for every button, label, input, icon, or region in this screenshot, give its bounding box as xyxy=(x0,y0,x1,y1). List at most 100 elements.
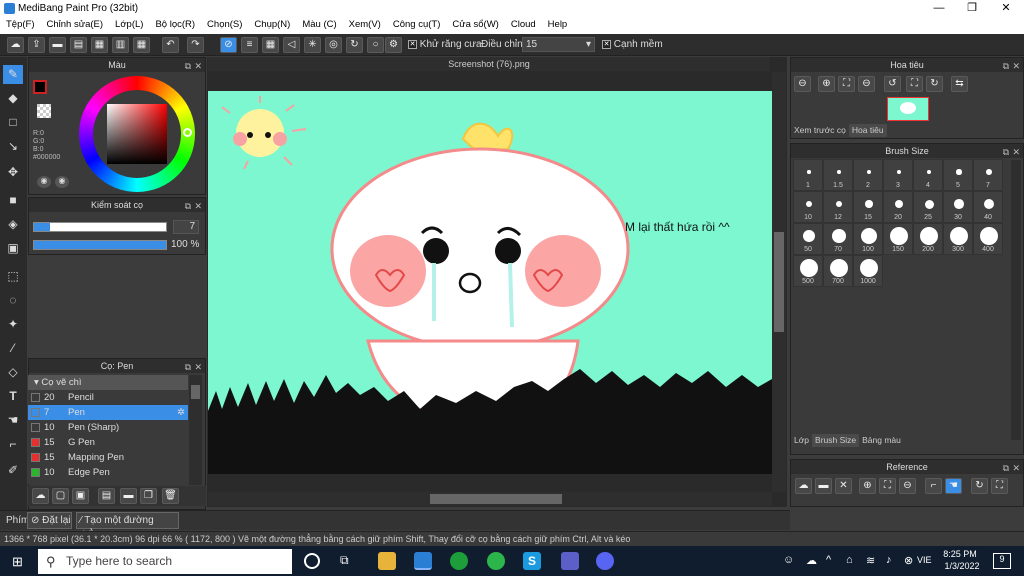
tray-volume-icon[interactable]: ♪ xyxy=(886,554,892,566)
close-icon[interactable]: ✕ xyxy=(1012,59,1020,73)
brush-item[interactable]: 10 Pen (Sharp) xyxy=(28,420,178,435)
open-folder-icon[interactable]: ▬ xyxy=(815,478,832,494)
copy-brush-icon[interactable]: ▤ xyxy=(98,488,115,504)
close-icon[interactable]: ✕ xyxy=(194,59,202,73)
trash-icon[interactable]: 🗑 xyxy=(162,488,179,504)
snap-radial-icon[interactable]: ✳ xyxy=(304,37,321,53)
zoom-out-icon[interactable]: ⊖ xyxy=(899,478,916,494)
gradient-tool-icon[interactable]: ▣ xyxy=(3,239,23,258)
brush-size-scrollbar[interactable] xyxy=(1011,160,1021,440)
rect-tool-icon[interactable]: □ xyxy=(3,113,23,132)
cloud-icon[interactable]: ☁ xyxy=(795,478,812,494)
brush-size-option[interactable]: 10 xyxy=(793,191,823,223)
background-color-swatch[interactable] xyxy=(37,104,51,118)
tray-wifi-icon[interactable]: ≋ xyxy=(866,554,875,567)
palette-icon[interactable]: ◉ xyxy=(37,176,51,188)
brush-size-option[interactable]: 200 xyxy=(913,223,943,255)
popout-icon[interactable]: ⧉ xyxy=(1003,59,1009,73)
horizontal-scrollbar[interactable] xyxy=(208,492,772,506)
fit-icon[interactable]: ⛶ xyxy=(879,478,896,494)
pen2-tool-icon[interactable]: ✐ xyxy=(3,461,23,480)
skype-icon[interactable]: S xyxy=(523,552,541,570)
bucket-tool-icon[interactable]: ◈ xyxy=(3,215,23,234)
brush-list-scrollbar[interactable] xyxy=(189,375,202,485)
select-eraser-icon[interactable]: ◇ xyxy=(3,363,23,382)
menu-tools[interactable]: Công cụ(T) xyxy=(387,17,447,30)
zoom-in-icon[interactable]: ⊕ xyxy=(859,478,876,494)
close-icon[interactable]: ✕ xyxy=(1012,145,1020,159)
move-tool-icon[interactable]: ✥ xyxy=(3,163,23,182)
brush-size-option[interactable]: 100 xyxy=(853,223,883,255)
hue-handle[interactable] xyxy=(183,128,192,137)
vertical-scrollbar[interactable] xyxy=(772,72,786,492)
folder-icon[interactable]: ▬ xyxy=(120,488,137,504)
undo-icon[interactable]: ↶ xyxy=(162,37,179,53)
smooth-checkbox[interactable]: ✕ xyxy=(602,39,611,49)
snap-off-icon[interactable]: ⊘ xyxy=(220,37,237,53)
brush-size-option[interactable]: 40 xyxy=(973,191,1003,223)
menu-edit[interactable]: Chỉnh sửa(E) xyxy=(41,17,110,30)
file-explorer-icon[interactable] xyxy=(378,552,396,570)
teams-icon[interactable] xyxy=(561,552,579,570)
hand-icon[interactable]: ☚ xyxy=(945,478,962,494)
windows-start-icon[interactable]: ⊞ xyxy=(12,555,25,568)
brush-size-option[interactable]: 15 xyxy=(853,191,883,223)
notification-icon[interactable]: 9 xyxy=(993,553,1011,569)
brush-size-option[interactable]: 50 xyxy=(793,223,823,255)
brush-item[interactable]: 10 Edge Pen xyxy=(28,465,178,480)
rotate-right-icon[interactable]: ↻ xyxy=(926,76,943,92)
snap-ellipse-icon[interactable]: ○ xyxy=(367,37,384,53)
clock-date[interactable]: 1/3/2022 xyxy=(942,561,982,571)
pen-tool-icon[interactable]: ↘ xyxy=(3,137,23,156)
snap-perspective-icon[interactable]: ◁ xyxy=(283,37,300,53)
brush-tool-icon[interactable]: ✎ xyxy=(3,65,23,84)
brush-size-option[interactable]: 4 xyxy=(913,159,943,191)
tray-cloud-icon[interactable]: ☁ xyxy=(806,554,817,567)
grid-icon[interactable]: ▥ xyxy=(112,37,129,53)
menu-file[interactable]: Tệp(F) xyxy=(0,17,41,30)
share-icon[interactable]: ⇪ xyxy=(28,37,45,53)
fill-rect-tool-icon[interactable]: ■ xyxy=(3,191,23,210)
hand-tool-icon[interactable]: ☚ xyxy=(3,411,23,430)
tab-palette[interactable]: Bảng màu xyxy=(859,434,904,447)
brush-item-selected[interactable]: 7 Pen ✲ xyxy=(28,405,188,420)
palette2-icon[interactable]: ◉ xyxy=(55,176,69,188)
brush-size-slider[interactable] xyxy=(33,222,167,232)
zoom-in-icon[interactable]: ⊕ xyxy=(818,76,835,92)
select-tool-icon[interactable]: ⬚ xyxy=(3,267,23,286)
popout-icon[interactable]: ⧉ xyxy=(185,360,191,374)
eyedropper-tool-icon[interactable]: ⌐ xyxy=(3,435,23,454)
fit2-icon[interactable]: ⛶ xyxy=(991,478,1008,494)
snap-grid-icon[interactable]: ▦ xyxy=(262,37,279,53)
menu-color[interactable]: Màu (C) xyxy=(296,17,342,30)
add-brush-icon[interactable]: ▣ xyxy=(72,488,89,504)
brush-size-option[interactable]: 400 xyxy=(973,223,1003,255)
brush-item[interactable]: 15 Mapping Pen xyxy=(28,450,178,465)
reset-button[interactable]: ⊘ Đặt lại xyxy=(27,512,72,529)
brush-size-option[interactable]: 70 xyxy=(823,223,853,255)
app-green-icon[interactable] xyxy=(450,552,468,570)
brush-size-option[interactable]: 2 xyxy=(853,159,883,191)
brush-category[interactable]: ▾ Cọ vẽ chì xyxy=(28,375,188,390)
eraser-tool-icon[interactable]: ◆ xyxy=(3,89,23,108)
discord-icon[interactable] xyxy=(596,552,614,570)
brush-size-option[interactable]: 700 xyxy=(823,255,853,287)
tab-navigator[interactable]: Hoa tiêu xyxy=(848,124,887,137)
brush-size-option[interactable]: 500 xyxy=(793,255,823,287)
layer-icon[interactable]: ▤ xyxy=(70,37,87,53)
opacity-slider[interactable] xyxy=(33,240,167,250)
tab-layers[interactable]: Lớp xyxy=(791,434,812,447)
redo-icon[interactable]: ↷ xyxy=(187,37,204,53)
snap-circle-icon[interactable]: ◎ xyxy=(325,37,342,53)
rotate-left-icon[interactable]: ↺ xyxy=(884,76,901,92)
language-indicator[interactable]: VIE xyxy=(917,555,932,565)
close-ref-icon[interactable]: ✕ xyxy=(835,478,852,494)
popout-icon[interactable]: ⧉ xyxy=(185,59,191,73)
document-tab[interactable]: Screenshot (76).png xyxy=(208,57,770,71)
zoom-reset-icon[interactable]: ⊖ xyxy=(858,76,875,92)
eyedropper-icon[interactable]: ⌐ xyxy=(925,478,942,494)
brush-size-option[interactable]: 1.5 xyxy=(823,159,853,191)
menu-window[interactable]: Cửa sổ(W) xyxy=(446,17,504,30)
text-tool-icon[interactable]: T xyxy=(3,387,23,406)
new-brush-icon[interactable]: ▢ xyxy=(52,488,69,504)
